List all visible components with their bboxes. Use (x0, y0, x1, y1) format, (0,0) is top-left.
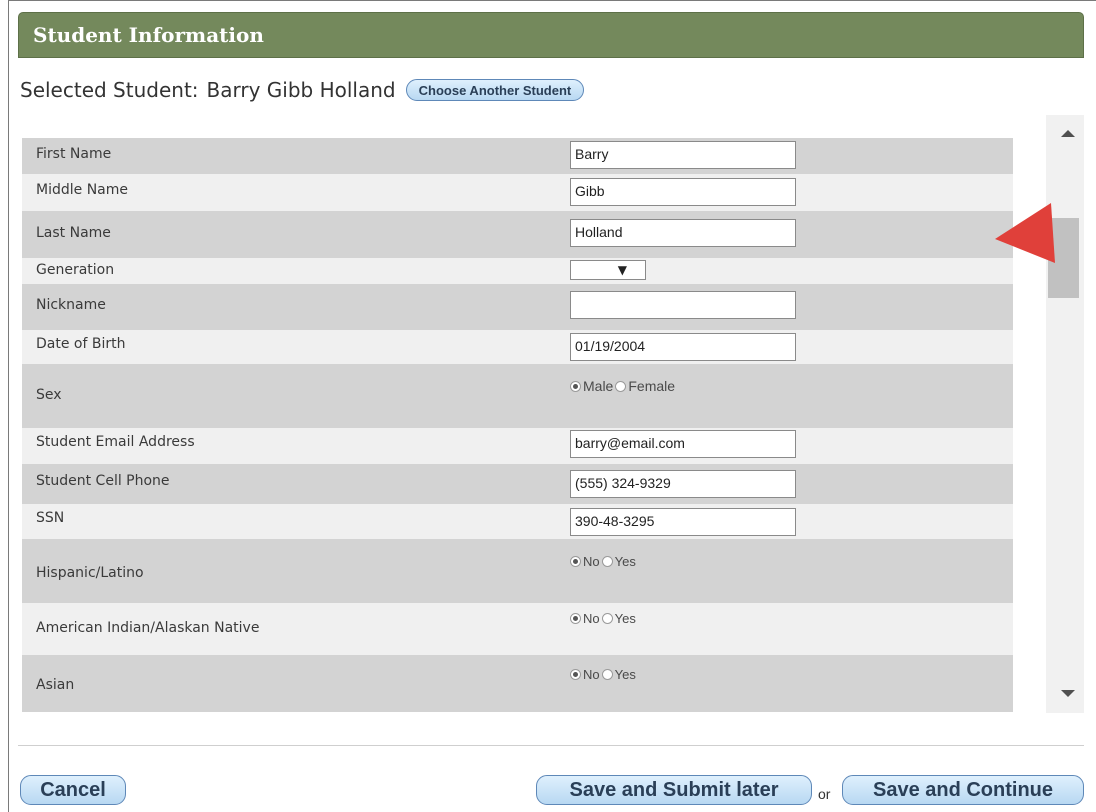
form-row-middle-name: Middle Name Gibb (22, 174, 1013, 211)
asian-no-label: No (583, 667, 600, 682)
or-separator: or (818, 786, 831, 802)
hispanic-no-radio[interactable] (570, 556, 581, 567)
asian-yes-radio[interactable] (601, 669, 613, 680)
middle-name-label: Middle Name (36, 182, 128, 198)
sex-female-label: Female (628, 378, 676, 394)
form-row-email: Student Email Address barry@email.com (22, 428, 1013, 464)
form-row-first-name: First Name Barry (22, 138, 1013, 174)
dob-label: Date of Birth (36, 336, 126, 352)
hispanic-yes-label: Yes (614, 554, 636, 569)
email-label: Student Email Address (36, 434, 195, 450)
footer-divider (18, 745, 1084, 746)
red-pointer-arrow-icon (995, 203, 1055, 263)
selected-student-label: Selected Student: (20, 78, 199, 102)
dob-input[interactable]: 01/19/2004 (570, 333, 796, 361)
asian-label: Asian (36, 677, 75, 693)
last-name-input[interactable]: Holland (570, 219, 796, 247)
student-form: First Name Barry Middle Name Gibb Last N… (22, 138, 1013, 712)
form-row-nickname: Nickname (22, 284, 1013, 330)
form-row-cell: Student Cell Phone (555) 324-9329 (22, 464, 1013, 504)
form-row-american-indian: American Indian/Alaskan Native No Yes (22, 603, 1013, 655)
sex-radio-group: Male Female (570, 378, 677, 394)
first-name-input[interactable]: Barry (570, 141, 796, 169)
american-indian-radio-group: No Yes (570, 611, 638, 626)
american-indian-yes-radio[interactable] (601, 613, 613, 624)
asian-yes-label: Yes (614, 667, 636, 682)
scroll-up-arrow-icon[interactable] (1061, 130, 1075, 137)
sex-label: Sex (36, 387, 62, 403)
section-title: Student Information (33, 23, 264, 47)
american-indian-no-label: No (583, 611, 600, 626)
form-row-dob: Date of Birth 01/19/2004 (22, 330, 1013, 364)
american-indian-label: American Indian/Alaskan Native (36, 620, 260, 636)
middle-name-input[interactable]: Gibb (570, 178, 796, 206)
save-and-submit-later-button[interactable]: Save and Submit later (536, 775, 812, 805)
sex-male-radio[interactable] (570, 380, 581, 392)
save-and-continue-button[interactable]: Save and Continue (842, 775, 1084, 805)
asian-radio-group: No Yes (570, 667, 638, 682)
form-row-asian: Asian No Yes (22, 655, 1013, 712)
hispanic-label: Hispanic/Latino (36, 565, 144, 581)
last-name-label: Last Name (36, 225, 111, 241)
first-name-label: First Name (36, 146, 112, 162)
choose-another-student-button[interactable]: Choose Another Student (405, 79, 585, 101)
chevron-down-icon: ▼ (617, 263, 627, 277)
hispanic-yes-radio[interactable] (601, 556, 613, 567)
sex-male-label: Male (583, 378, 614, 394)
asian-no-radio[interactable] (570, 669, 581, 680)
hispanic-no-label: No (583, 554, 600, 569)
american-indian-yes-label: Yes (614, 611, 636, 626)
sex-female-radio[interactable] (615, 380, 627, 392)
cell-phone-input[interactable]: (555) 324-9329 (570, 470, 796, 498)
scroll-down-arrow-icon[interactable] (1061, 690, 1075, 697)
form-row-hispanic: Hispanic/Latino No Yes (22, 539, 1013, 603)
form-row-ssn: SSN 390-48-3295 (22, 504, 1013, 539)
cell-phone-label: Student Cell Phone (36, 473, 170, 489)
ssn-input[interactable]: 390-48-3295 (570, 508, 796, 536)
selected-student-row: Selected Student: Barry Gibb Holland Cho… (20, 76, 585, 104)
selected-student-name: Barry Gibb Holland (206, 78, 396, 102)
generation-label: Generation (36, 262, 115, 278)
generation-select[interactable]: ▼ (570, 260, 646, 280)
hispanic-radio-group: No Yes (570, 554, 638, 569)
form-row-generation: Generation ▼ (22, 258, 1013, 284)
cancel-button[interactable]: Cancel (20, 775, 126, 805)
section-header: Student Information (18, 12, 1084, 58)
nickname-input[interactable] (570, 291, 796, 319)
american-indian-no-radio[interactable] (570, 613, 581, 624)
email-input[interactable]: barry@email.com (570, 430, 796, 458)
form-row-last-name: Last Name Holland (22, 211, 1013, 258)
nickname-label: Nickname (36, 297, 106, 313)
form-row-sex: Sex Male Female (22, 364, 1013, 428)
ssn-label: SSN (36, 510, 65, 526)
